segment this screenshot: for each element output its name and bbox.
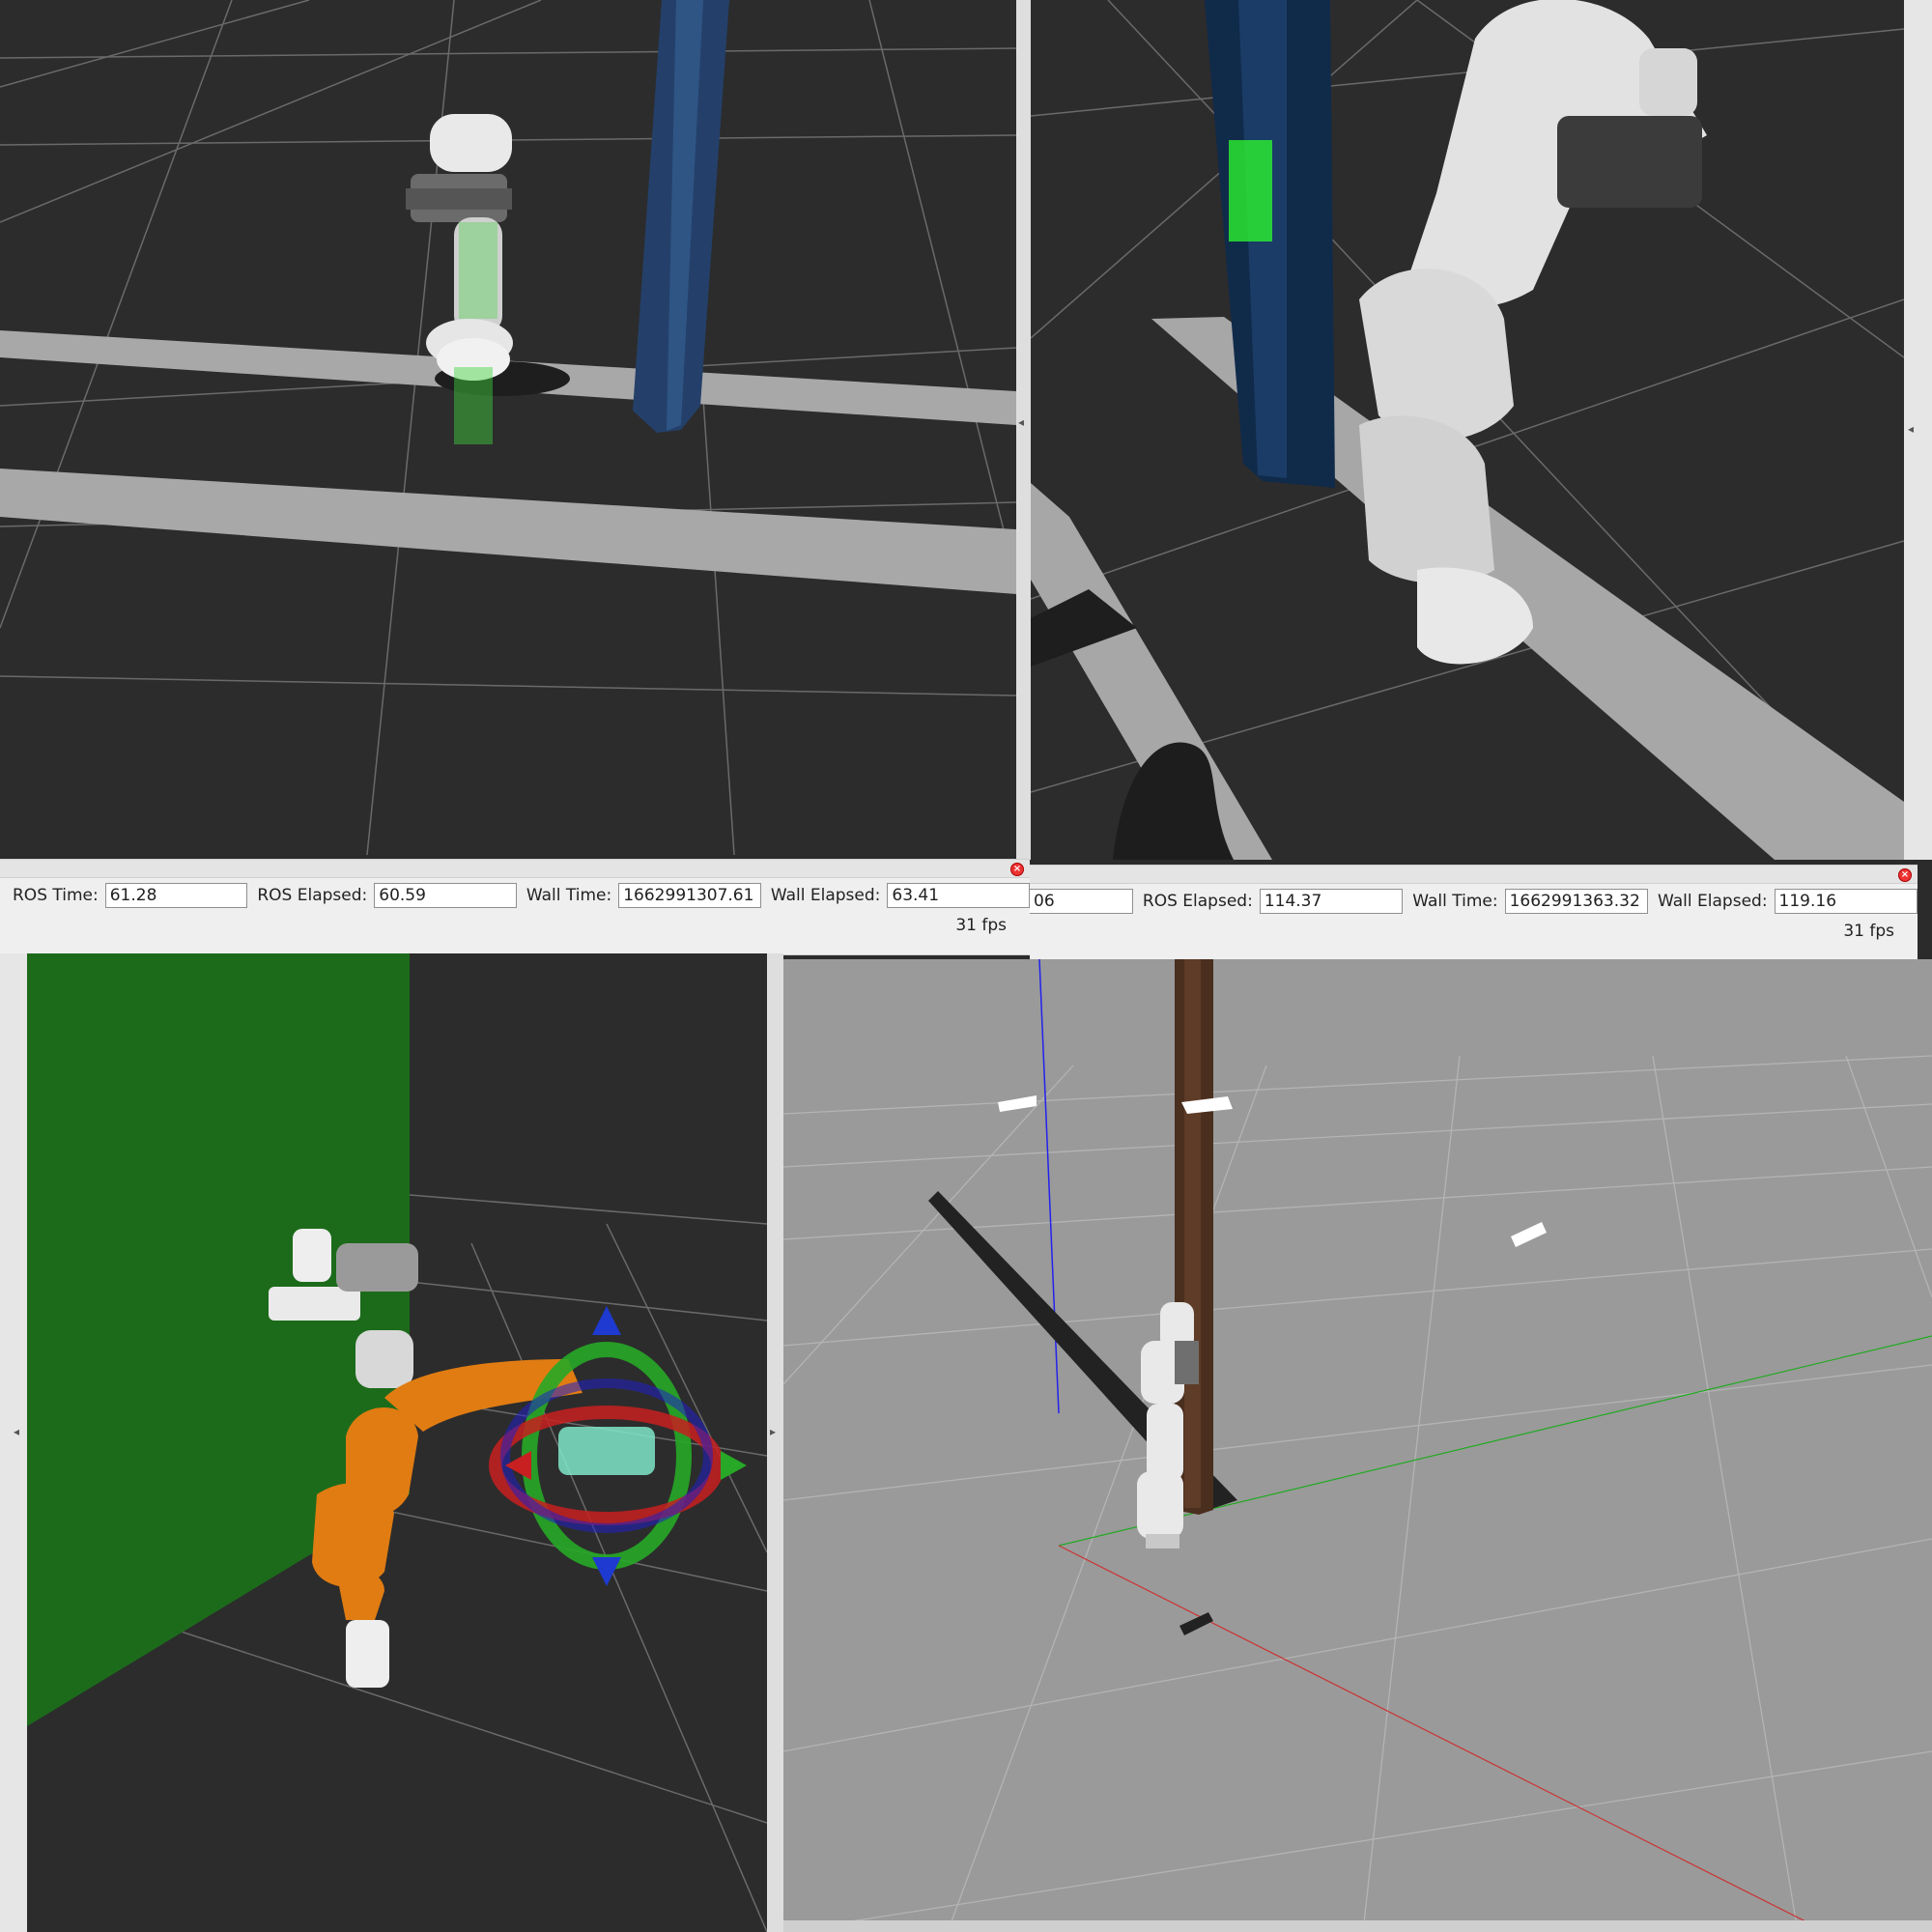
chevron-left-icon[interactable]: ◂ bbox=[1908, 422, 1914, 436]
ros-elapsed-label: ROS Elapsed: bbox=[1142, 892, 1253, 911]
close-icon[interactable]: × bbox=[1010, 863, 1024, 876]
ros-time-label: ROS Time: bbox=[13, 886, 99, 905]
wall-time-field[interactable]: 1662991307.61 bbox=[618, 883, 761, 908]
ros-elapsed-field[interactable]: 114.37 bbox=[1259, 889, 1404, 914]
wall-time-field[interactable]: 1662991363.32 bbox=[1504, 889, 1649, 914]
time-panel-right: × 06 ROS Elapsed: 114.37 Wall Time: 1662… bbox=[1030, 865, 1918, 961]
bottom-right-gazebo-view[interactable] bbox=[783, 959, 1932, 1932]
wall-elapsed-label: Wall Elapsed: bbox=[770, 886, 881, 905]
close-icon[interactable]: × bbox=[1898, 868, 1912, 882]
left-edge-strip bbox=[0, 953, 27, 1932]
time-panel-title-strip bbox=[0, 860, 1030, 878]
time-panel-title-strip bbox=[1030, 866, 1918, 884]
ros-time-field[interactable]: 06 bbox=[1030, 889, 1133, 914]
wall-time-label: Wall Time: bbox=[1412, 892, 1498, 911]
bottom-left-3d-view[interactable] bbox=[27, 953, 767, 1932]
chevron-left-icon[interactable]: ◂ bbox=[1018, 415, 1024, 429]
vertical-splitter-top[interactable] bbox=[1016, 0, 1031, 860]
time-panel-left: × ROS Time: 61.28 ROS Elapsed: 60.59 Wal… bbox=[0, 859, 1031, 955]
wall-elapsed-field[interactable]: 63.41 bbox=[887, 883, 1031, 908]
wall-time-label: Wall Time: bbox=[526, 886, 612, 905]
bottom-right-edge bbox=[783, 1920, 1932, 1932]
vertical-splitter-bottom[interactable] bbox=[767, 953, 783, 1932]
ros-elapsed-field[interactable]: 60.59 bbox=[374, 883, 517, 908]
top-left-3d-view[interactable] bbox=[0, 0, 1016, 855]
fps-readout: 31 fps bbox=[955, 916, 1007, 935]
top-right-3d-view[interactable] bbox=[1031, 0, 1904, 860]
ros-elapsed-label: ROS Elapsed: bbox=[257, 886, 368, 905]
wall-elapsed-field[interactable]: 119.16 bbox=[1774, 889, 1918, 914]
fps-readout: 31 fps bbox=[1843, 922, 1894, 941]
wall-elapsed-label: Wall Elapsed: bbox=[1658, 892, 1768, 911]
chevron-right-icon[interactable]: ▸ bbox=[770, 1425, 776, 1438]
chevron-left-icon[interactable]: ◂ bbox=[14, 1425, 19, 1438]
ros-time-field[interactable]: 61.28 bbox=[104, 883, 248, 908]
